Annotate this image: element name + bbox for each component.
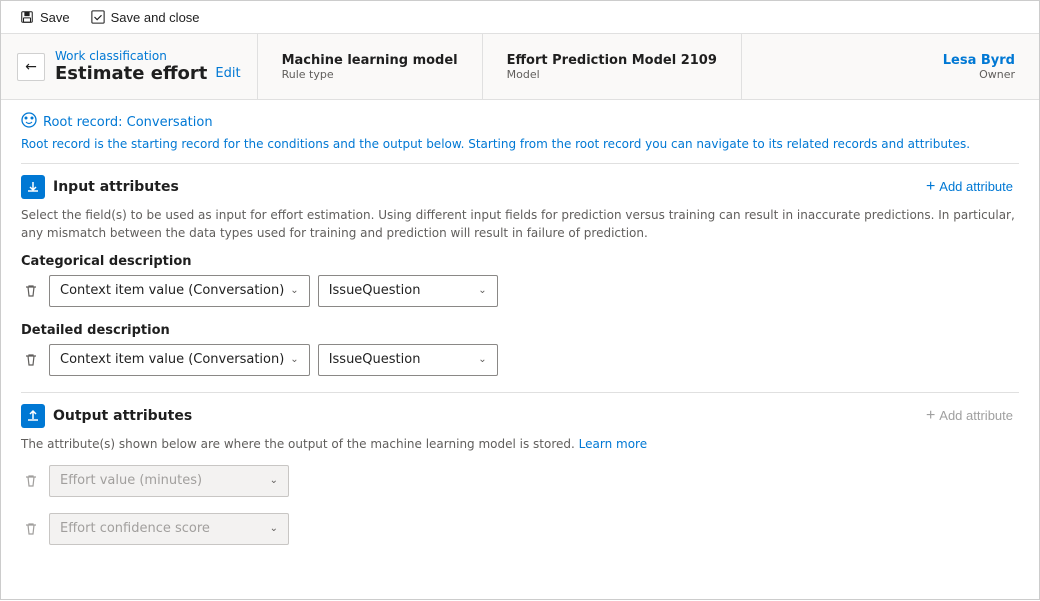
categorical-type-chevron-1: ⌄ bbox=[478, 285, 486, 296]
model-label: Model bbox=[507, 68, 717, 81]
main-content: Root record: Conversation Root record is… bbox=[1, 100, 1039, 601]
root-record-title: Root record: Conversation bbox=[21, 112, 1019, 132]
output-icon bbox=[21, 404, 45, 428]
input-section-header: Input attributes + Add attribute bbox=[21, 174, 1019, 200]
add-input-plus-icon: + bbox=[926, 178, 935, 196]
delete-output-2-button[interactable] bbox=[21, 519, 41, 539]
detailed-type-dropdown-1[interactable]: IssueQuestion ⌄ bbox=[318, 344, 498, 376]
output-row-1: Effort value (minutes) ⌄ bbox=[21, 465, 1019, 497]
input-icon bbox=[21, 175, 45, 199]
model-value: Effort Prediction Model 2109 bbox=[507, 53, 717, 68]
model-item: Effort Prediction Model 2109 Model bbox=[483, 34, 742, 99]
edit-link[interactable]: Edit bbox=[215, 66, 240, 81]
input-attributes-section: Input attributes + Add attribute Select … bbox=[21, 163, 1019, 376]
header-title-block: Work classification Estimate effort Edit bbox=[55, 49, 241, 84]
add-output-plus-icon: + bbox=[926, 407, 935, 425]
output-title-text: Output attributes bbox=[53, 408, 192, 424]
output-field-dropdown-1: Effort value (minutes) ⌄ bbox=[49, 465, 289, 497]
detailed-row-1: Context item value (Conversation) ⌄ Issu… bbox=[21, 344, 1019, 376]
rule-type-label: Rule type bbox=[282, 68, 458, 81]
categorical-group-label: Categorical description bbox=[21, 254, 1019, 269]
delete-categorical-1-button[interactable] bbox=[21, 281, 41, 301]
categorical-type-dropdown-1[interactable]: IssueQuestion ⌄ bbox=[318, 275, 498, 307]
input-section-desc: Select the field(s) to be used as input … bbox=[21, 206, 1019, 242]
root-icon bbox=[21, 112, 37, 132]
output-chevron-2: ⌄ bbox=[270, 523, 278, 534]
output-attributes-section: Output attributes + Add attribute The at… bbox=[21, 392, 1019, 545]
save-close-label: Save and close bbox=[111, 10, 200, 25]
output-row-2: Effort confidence score ⌄ bbox=[21, 513, 1019, 545]
rule-type-value: Machine learning model bbox=[282, 53, 458, 68]
save-icon bbox=[19, 9, 35, 25]
detailed-group-label: Detailed description bbox=[21, 323, 1019, 338]
root-record-section: Root record: Conversation Root record is… bbox=[21, 112, 1019, 153]
detailed-field-chevron-1: ⌄ bbox=[290, 354, 298, 365]
categorical-row-1: Context item value (Conversation) ⌄ Issu… bbox=[21, 275, 1019, 307]
output-field-dropdown-2: Effort confidence score ⌄ bbox=[49, 513, 289, 545]
save-close-icon bbox=[90, 9, 106, 25]
detailed-type-chevron-1: ⌄ bbox=[478, 354, 486, 365]
output-section-title: Output attributes bbox=[21, 404, 192, 428]
save-label: Save bbox=[40, 10, 70, 25]
breadcrumb[interactable]: Work classification bbox=[55, 49, 241, 63]
delete-output-1-button[interactable] bbox=[21, 471, 41, 491]
page-header: ← Work classification Estimate effort Ed… bbox=[1, 34, 1039, 100]
add-output-attribute-button: + Add attribute bbox=[920, 403, 1019, 429]
add-input-attribute-button[interactable]: + Add attribute bbox=[920, 174, 1019, 200]
root-record-desc: Root record is the starting record for t… bbox=[21, 136, 1019, 153]
owner-block: Lesa Byrd Owner bbox=[919, 34, 1039, 99]
header-left: ← Work classification Estimate effort Ed… bbox=[1, 34, 257, 99]
rule-type-item: Machine learning model Rule type bbox=[258, 34, 483, 99]
header-meta: Machine learning model Rule type Effort … bbox=[257, 34, 742, 99]
input-section-title: Input attributes bbox=[21, 175, 179, 199]
owner-name[interactable]: Lesa Byrd bbox=[943, 53, 1015, 68]
root-record-title-text: Root record: Conversation bbox=[43, 115, 213, 130]
output-section-header: Output attributes + Add attribute bbox=[21, 403, 1019, 429]
save-close-button[interactable]: Save and close bbox=[82, 5, 208, 29]
page-title-text: Estimate effort bbox=[55, 63, 207, 84]
output-chevron-1: ⌄ bbox=[270, 475, 278, 486]
back-button[interactable]: ← bbox=[17, 53, 45, 81]
categorical-field-dropdown-1[interactable]: Context item value (Conversation) ⌄ bbox=[49, 275, 310, 307]
add-output-label: Add attribute bbox=[939, 408, 1013, 423]
learn-more-link[interactable]: Learn more bbox=[579, 437, 647, 451]
owner-label: Owner bbox=[943, 68, 1015, 81]
add-input-label: Add attribute bbox=[939, 179, 1013, 194]
detailed-field-dropdown-1[interactable]: Context item value (Conversation) ⌄ bbox=[49, 344, 310, 376]
back-icon: ← bbox=[25, 59, 37, 75]
page-title-row: Estimate effort Edit bbox=[55, 63, 241, 84]
categorical-field-chevron-1: ⌄ bbox=[290, 285, 298, 296]
output-section-desc: The attribute(s) shown below are where t… bbox=[21, 435, 1019, 453]
save-button[interactable]: Save bbox=[11, 5, 78, 29]
delete-detailed-1-button[interactable] bbox=[21, 350, 41, 370]
input-title-text: Input attributes bbox=[53, 179, 179, 195]
toolbar: Save Save and close bbox=[1, 1, 1039, 34]
